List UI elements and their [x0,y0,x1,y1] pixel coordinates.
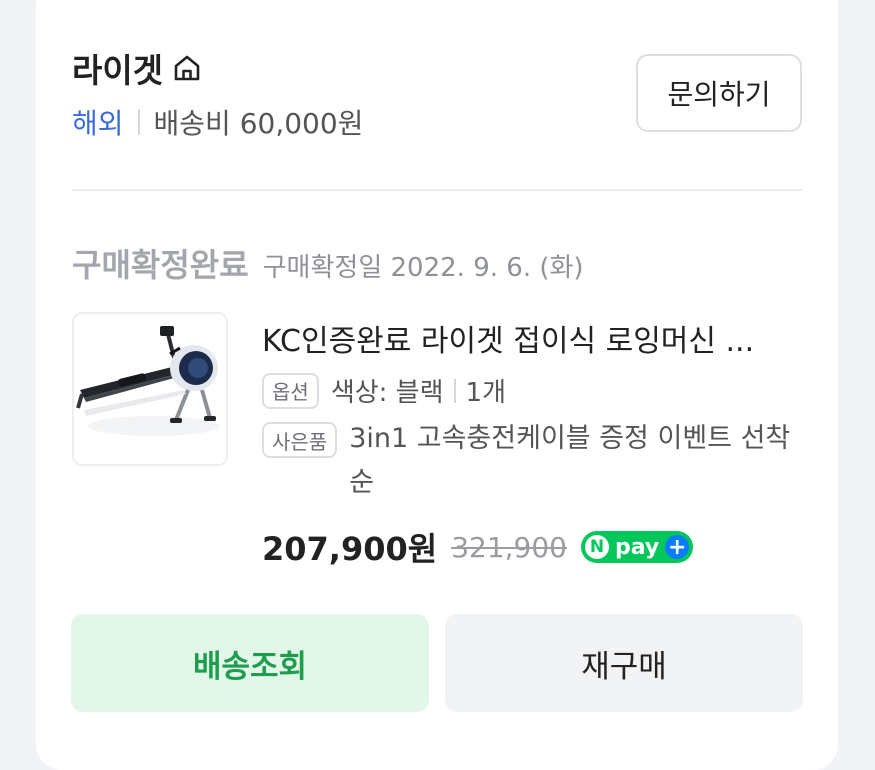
plus-icon: + [665,535,690,560]
gift-tag: 사은품 [262,422,338,458]
order-status: 구매확정완료 [72,246,249,284]
option-tag: 옵션 [262,372,319,409]
original-price: 321,900 [451,530,567,564]
seller-name-label: 라이겟 [72,51,164,90]
divider [137,109,140,135]
sale-price: 207,900원 [262,530,438,568]
region-label: 해외 [72,107,124,140]
inquiry-button[interactable]: 문의하기 [636,54,802,132]
track-delivery-button[interactable]: 배송조회 [71,614,429,712]
npay-label: pay [615,534,660,560]
seller-name[interactable]: 라이겟 [72,44,203,92]
option-value: 색상: 블랙 [330,378,444,408]
rebuy-button[interactable]: 재구매 [445,614,803,712]
product-thumbnail[interactable] [72,312,228,466]
section-divider [72,189,802,191]
gift-value: 3in1 고속충전케이블 증정 이벤트 선착순 [349,423,791,498]
shipping-info: 해외 배송비 60,000원 [72,102,363,142]
home-icon[interactable] [171,52,203,84]
rowing-machine-image [76,326,220,436]
product-title[interactable]: KC인증완료 라이겟 접이식 로잉머신 ... [262,316,802,360]
shipping-fee: 배송비 60,000원 [153,107,364,140]
npay-n-icon: N [585,535,609,559]
confirm-date: 구매확정일 2022. 9. 6. (화) [262,253,584,283]
option-row: 옵션 색상: 블랙 1개 [262,372,506,409]
gift-row: 사은품 3in1 고속충전케이블 증정 이벤트 선착순 [262,422,797,505]
price-row: 207,900원 321,900 N pay + [262,524,694,570]
npay-plus-badge: N pay + [581,531,694,563]
order-status-row: 구매확정완료 구매확정일 2022. 9. 6. (화) [72,240,584,286]
divider [453,378,456,403]
quantity: 1개 [465,378,506,408]
